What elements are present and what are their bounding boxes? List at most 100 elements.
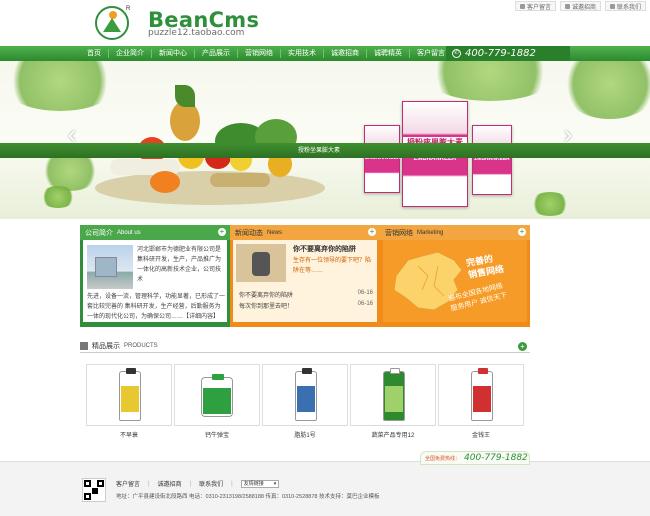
products-icon <box>80 341 88 350</box>
phone-icon: ✆ <box>452 49 461 58</box>
product-name[interactable]: 不早衰 <box>86 430 172 439</box>
news-description: 生存有一位领导的要下吧？陷阱在等…… <box>293 258 372 274</box>
top-link-label: 客户留言 <box>526 4 551 11</box>
top-link-message[interactable]: 客户留言 <box>514 1 556 11</box>
products-more-icon[interactable]: + <box>518 342 527 351</box>
mail-icon <box>564 3 570 9</box>
bean-image <box>210 173 270 187</box>
product-name[interactable]: 金钱王 <box>438 430 524 439</box>
news-headline[interactable]: 你不要离弃你的陷阱 <box>293 244 356 254</box>
nav-item-about[interactable]: 企业简介 <box>109 49 152 58</box>
about-header: 公司简介 About us <box>80 225 230 240</box>
contact-icon <box>609 3 615 9</box>
banner-caption: 授粉坐果膨大素 <box>298 148 341 154</box>
footer-link-separator: | <box>189 480 192 487</box>
news-item-title[interactable]: 每次你到那里去吧！ <box>239 301 293 310</box>
carrot-image <box>150 171 180 193</box>
leaf-decor <box>40 186 76 208</box>
product-name[interactable]: 钙牛弹宝 <box>174 430 260 439</box>
footer-link-invest[interactable]: 诚邀招商 <box>158 479 182 488</box>
news-item-title[interactable]: 你不要离弃你的陷阱 <box>239 290 293 299</box>
nav-item-home[interactable]: 首页 <box>80 49 109 58</box>
products-scroll-left-icon[interactable] <box>76 362 80 430</box>
logo-icon[interactable] <box>95 6 129 40</box>
leaf-decor <box>560 61 650 119</box>
pineapple-image <box>170 101 200 141</box>
about-text-more: 先进，设备一流，管理科学，功能显著，已形成了一套比较完善的 集科研开发，生产经营… <box>87 294 226 320</box>
footer-address: 地址：广平县建设街北段路西 电话：0310-2313198/2588188 传真… <box>116 494 380 500</box>
products-title-en: PRODUCTS <box>124 342 158 349</box>
nav-item-jobs[interactable]: 诚聘精英 <box>367 49 410 58</box>
product-card[interactable] <box>262 364 348 426</box>
top-link-contact[interactable]: 联系我们 <box>604 1 646 11</box>
qr-code-icon <box>82 478 106 502</box>
about-text: 河北邯郸市为德肥业有限公司是集科研开发，生产，产品推广为一体化的高新技术企业，公… <box>137 247 222 283</box>
product-name[interactable]: 脂肪1号 <box>262 430 348 439</box>
news-more-icon[interactable]: + <box>368 228 376 236</box>
package-left: ZMBNANKEER <box>364 125 401 193</box>
news-item-date: 06-16 <box>357 290 373 296</box>
footer-link-separator: | <box>231 480 233 487</box>
nav-phone: ✆ 400-779-1882 <box>446 46 570 61</box>
top-link-invest[interactable]: 诚邀招商 <box>559 1 601 11</box>
registered-mark: R <box>126 6 131 12</box>
news-item-date: 06-16 <box>357 301 373 307</box>
product-image <box>295 368 317 421</box>
marketing-more-icon[interactable]: + <box>518 228 526 236</box>
pineapple-leaves <box>175 85 195 107</box>
message-icon <box>519 3 525 9</box>
leaf-decor <box>420 61 560 101</box>
nav-item-news[interactable]: 新闻中心 <box>152 49 195 58</box>
friend-links-value: 友情链接 <box>243 481 264 487</box>
product-card[interactable] <box>174 364 260 426</box>
chevron-down-icon: ▾ <box>273 480 277 487</box>
company-building-image <box>87 245 133 289</box>
about-box: 公司简介 About us + 河北邯郸市为德肥业有限公司是集科研开发，生产，产… <box>80 225 230 327</box>
brand-subtitle: puzzle12.taobao.com <box>148 28 245 38</box>
footer-links: 客户留言 | 诚邀招商 | 联系我们 | 友情链接 ▾ <box>116 479 280 488</box>
nav-item-marketing[interactable]: 营销网络 <box>238 49 281 58</box>
about-more-icon[interactable]: + <box>218 228 226 236</box>
about-title: 公司简介 <box>85 229 113 237</box>
top-link-label: 联系我们 <box>616 4 641 11</box>
nav-item-invest[interactable]: 诚邀招商 <box>324 49 367 58</box>
top-links: 客户留言 诚邀招商 联系我们 <box>514 1 646 11</box>
leaf-decor <box>530 192 570 216</box>
leaf-decor <box>0 61 120 111</box>
product-image <box>471 368 493 421</box>
news-title-en: News <box>267 229 283 236</box>
package-right: ZMBNANKEER <box>472 125 512 195</box>
phone-number: 400-779-1882 <box>465 48 536 59</box>
news-thumbnail[interactable] <box>236 244 286 282</box>
news-header: 新闻动态 News <box>230 225 380 240</box>
footer-link-separator: | <box>148 480 150 487</box>
news-box: 新闻动态 News + 你不要离弃你的陷阱 生存有一位领导的要下吧？陷阱在等……… <box>230 225 380 327</box>
product-image <box>119 368 141 421</box>
footer-link-message[interactable]: 客户留言 <box>116 479 140 488</box>
marketing-title-en: Marketing <box>417 229 444 236</box>
feature-boxes: 公司简介 About us + 河北邯郸市为德肥业有限公司是集科研开发，生产，产… <box>80 225 530 327</box>
nav-item-tech[interactable]: 实用技术 <box>281 49 324 58</box>
marketing-slogan: 完善的 销售网络 <box>465 253 505 280</box>
product-image <box>383 368 405 421</box>
news-title: 新闻动态 <box>235 229 263 237</box>
marketing-title: 营销网络 <box>385 229 413 237</box>
top-link-label: 诚邀招商 <box>571 4 596 11</box>
hotline-number: 400-779-1882 <box>464 453 528 463</box>
nav-item-products[interactable]: 产品展示 <box>195 49 238 58</box>
about-title-en: About us <box>117 229 141 236</box>
product-card[interactable] <box>86 364 172 426</box>
news-item[interactable]: 你不要离弃你的陷阱 06-16 <box>239 290 373 299</box>
footer-hotline: 全国免费热线： 400-779-1882 <box>420 451 530 465</box>
product-card[interactable] <box>350 364 436 426</box>
friend-links-select[interactable]: 友情链接 ▾ <box>240 479 280 488</box>
footer-link-contact[interactable]: 联系我们 <box>199 479 223 488</box>
news-item[interactable]: 每次你到那里去吧！ 06-16 <box>239 301 373 310</box>
marketing-box: 营销网络 Marketing + 完善的 销售网络 遍布全国各地网络 服务用户 … <box>380 225 530 327</box>
hotline-label: 全国免费热线： <box>425 455 461 462</box>
product-card[interactable] <box>438 364 524 426</box>
product-name[interactable]: 蔬菜产品专用12 <box>350 430 436 439</box>
products-header: 精品展示 PRODUCTS <box>80 339 530 353</box>
product-image <box>201 374 233 417</box>
marketing-header: 营销网络 Marketing <box>380 225 530 240</box>
